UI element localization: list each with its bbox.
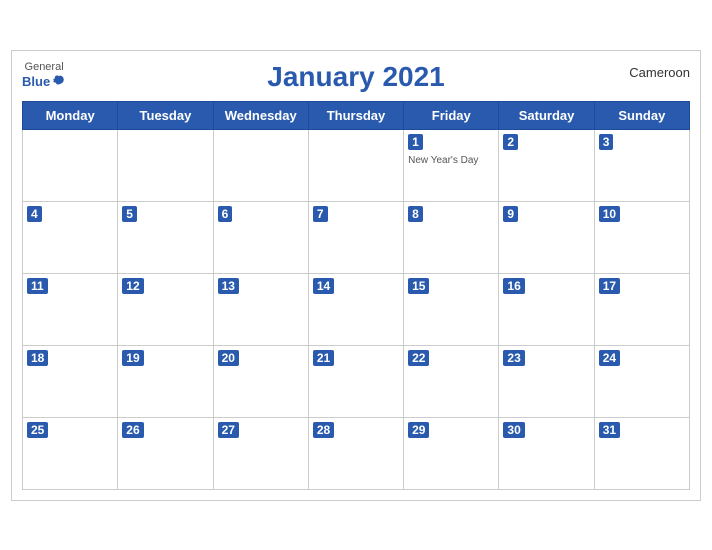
day-number: 12 bbox=[122, 278, 143, 294]
day-number: 11 bbox=[27, 278, 48, 294]
col-wednesday: Wednesday bbox=[213, 101, 308, 129]
table-row: 25 bbox=[23, 417, 118, 489]
day-number: 28 bbox=[313, 422, 334, 438]
table-row: 10 bbox=[594, 201, 689, 273]
day-number: 31 bbox=[599, 422, 620, 438]
logo-bird-icon bbox=[52, 74, 66, 88]
day-number: 16 bbox=[503, 278, 524, 294]
day-number: 27 bbox=[218, 422, 239, 438]
day-number: 17 bbox=[599, 278, 620, 294]
day-number: 2 bbox=[503, 134, 518, 150]
day-number: 9 bbox=[503, 206, 518, 222]
country-label: Cameroon bbox=[629, 65, 690, 80]
table-row bbox=[118, 129, 213, 201]
table-row: 3 bbox=[594, 129, 689, 201]
table-row: 1 New Year's Day bbox=[404, 129, 499, 201]
day-number: 23 bbox=[503, 350, 524, 366]
day-number: 3 bbox=[599, 134, 614, 150]
day-number: 22 bbox=[408, 350, 429, 366]
col-tuesday: Tuesday bbox=[118, 101, 213, 129]
table-row: 5 bbox=[118, 201, 213, 273]
table-row: 17 bbox=[594, 273, 689, 345]
table-row: 14 bbox=[308, 273, 403, 345]
day-number: 30 bbox=[503, 422, 524, 438]
table-row bbox=[308, 129, 403, 201]
table-row: 27 bbox=[213, 417, 308, 489]
table-row: 31 bbox=[594, 417, 689, 489]
day-number: 10 bbox=[599, 206, 620, 222]
day-number: 25 bbox=[27, 422, 48, 438]
table-row: 8 bbox=[404, 201, 499, 273]
table-row: 22 bbox=[404, 345, 499, 417]
day-number: 7 bbox=[313, 206, 328, 222]
calendar-table: Monday Tuesday Wednesday Thursday Friday… bbox=[22, 101, 690, 490]
week-row: 1 New Year's Day 2 3 bbox=[23, 129, 690, 201]
table-row: 30 bbox=[499, 417, 594, 489]
calendar-container: General Blue January 2021 Cameroon Monda… bbox=[11, 50, 701, 501]
logo: General Blue bbox=[22, 61, 66, 90]
table-row: 15 bbox=[404, 273, 499, 345]
table-row: 4 bbox=[23, 201, 118, 273]
day-number: 6 bbox=[218, 206, 233, 222]
table-row: 24 bbox=[594, 345, 689, 417]
table-row bbox=[213, 129, 308, 201]
day-number: 8 bbox=[408, 206, 423, 222]
table-row: 29 bbox=[404, 417, 499, 489]
day-number: 1 bbox=[408, 134, 423, 150]
table-row: 9 bbox=[499, 201, 594, 273]
col-thursday: Thursday bbox=[308, 101, 403, 129]
col-sunday: Sunday bbox=[594, 101, 689, 129]
table-row: 12 bbox=[118, 273, 213, 345]
col-saturday: Saturday bbox=[499, 101, 594, 129]
day-number: 4 bbox=[27, 206, 42, 222]
table-row: 23 bbox=[499, 345, 594, 417]
table-row: 16 bbox=[499, 273, 594, 345]
day-number: 5 bbox=[122, 206, 137, 222]
table-row: 20 bbox=[213, 345, 308, 417]
day-number: 15 bbox=[408, 278, 429, 294]
table-row: 28 bbox=[308, 417, 403, 489]
table-row bbox=[23, 129, 118, 201]
table-row: 11 bbox=[23, 273, 118, 345]
days-header-row: Monday Tuesday Wednesday Thursday Friday… bbox=[23, 101, 690, 129]
table-row: 7 bbox=[308, 201, 403, 273]
calendar-header: General Blue January 2021 Cameroon bbox=[22, 61, 690, 93]
day-number: 29 bbox=[408, 422, 429, 438]
day-number: 24 bbox=[599, 350, 620, 366]
table-row: 6 bbox=[213, 201, 308, 273]
day-number: 20 bbox=[218, 350, 239, 366]
logo-general-text: General bbox=[25, 61, 64, 74]
day-number: 14 bbox=[313, 278, 334, 294]
day-number: 19 bbox=[122, 350, 143, 366]
table-row: 19 bbox=[118, 345, 213, 417]
col-friday: Friday bbox=[404, 101, 499, 129]
week-row: 4 5 6 7 8 9 10 bbox=[23, 201, 690, 273]
day-number: 26 bbox=[122, 422, 143, 438]
week-row: 25 26 27 28 29 30 31 bbox=[23, 417, 690, 489]
week-row: 18 19 20 21 22 23 24 bbox=[23, 345, 690, 417]
day-number: 13 bbox=[218, 278, 239, 294]
week-row: 11 12 13 14 15 16 17 bbox=[23, 273, 690, 345]
table-row: 26 bbox=[118, 417, 213, 489]
col-monday: Monday bbox=[23, 101, 118, 129]
table-row: 2 bbox=[499, 129, 594, 201]
day-number: 21 bbox=[313, 350, 334, 366]
holiday-label: New Year's Day bbox=[408, 154, 494, 167]
table-row: 21 bbox=[308, 345, 403, 417]
calendar-title: January 2021 bbox=[22, 61, 690, 93]
logo-blue-text: Blue bbox=[22, 74, 66, 90]
table-row: 13 bbox=[213, 273, 308, 345]
day-number: 18 bbox=[27, 350, 48, 366]
table-row: 18 bbox=[23, 345, 118, 417]
